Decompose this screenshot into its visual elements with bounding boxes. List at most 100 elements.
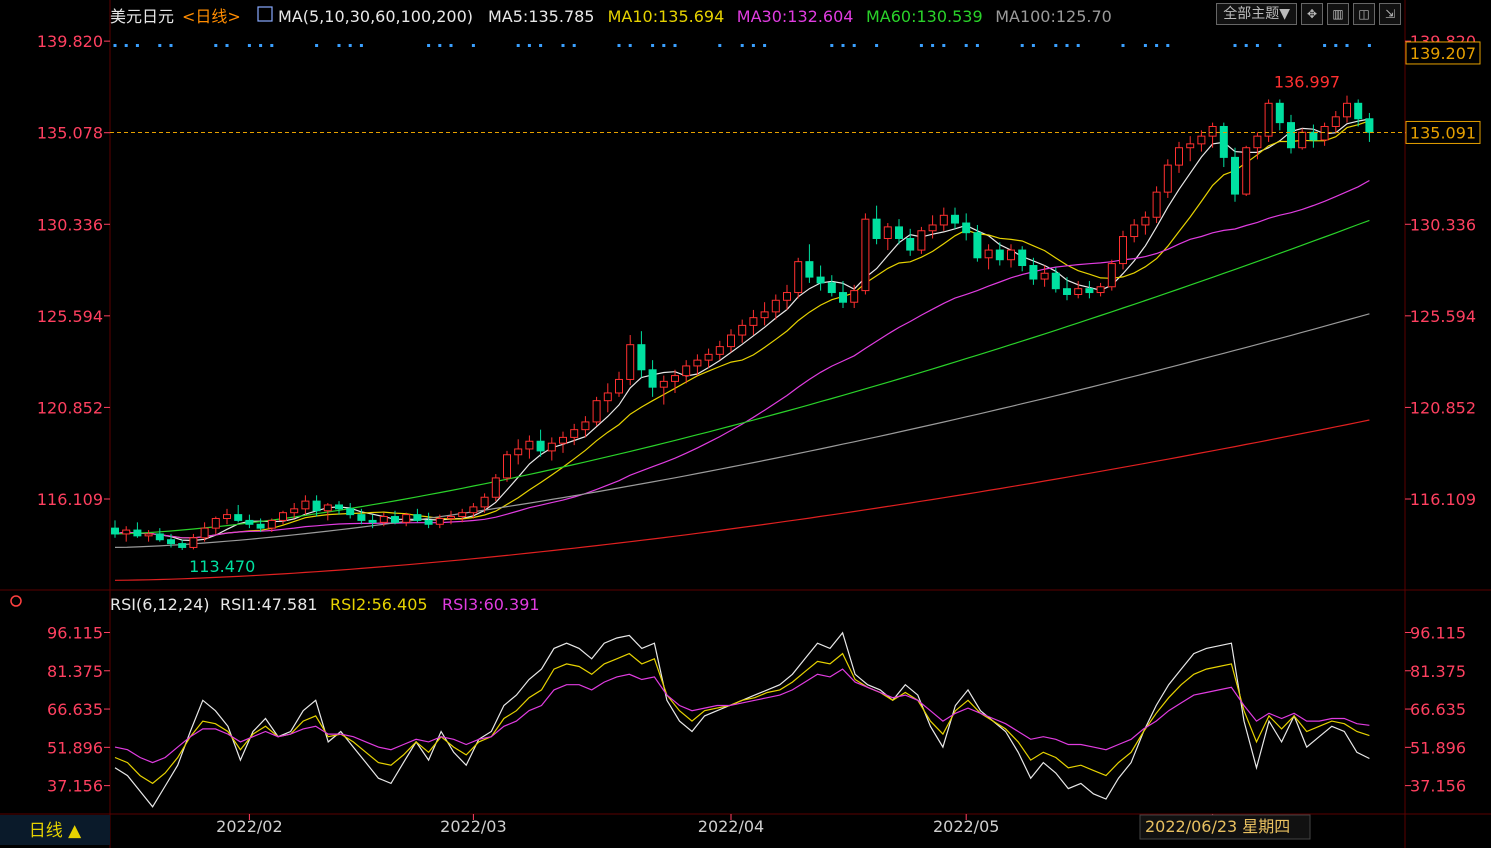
candle-body[interactable]	[648, 369, 657, 388]
window-icon[interactable]: ◫	[1353, 3, 1375, 25]
candle-body[interactable]	[626, 344, 635, 380]
candle-body[interactable]	[144, 533, 153, 537]
candle-body[interactable]	[827, 282, 836, 294]
candle-body[interactable]	[995, 249, 1004, 261]
candle-body[interactable]	[581, 421, 590, 431]
crosshair-icon[interactable]: ✥	[1301, 3, 1323, 25]
candle-body[interactable]	[413, 514, 422, 521]
candle-body[interactable]	[682, 365, 691, 377]
candle-body[interactable]	[1231, 156, 1239, 195]
candle-body[interactable]	[693, 359, 702, 367]
rsi-settings-icon[interactable]	[10, 595, 22, 607]
candle-body[interactable]	[559, 436, 567, 444]
candle-body[interactable]	[850, 290, 859, 303]
candle-body[interactable]	[1331, 116, 1340, 127]
candle-body[interactable]	[1029, 265, 1038, 280]
candle-body[interactable]	[503, 454, 511, 479]
candle-body[interactable]	[1119, 236, 1127, 265]
candle-body[interactable]	[928, 224, 937, 232]
export-icon[interactable]: ⇲	[1379, 3, 1401, 25]
candle-body[interactable]	[1007, 249, 1015, 261]
indicator-icon[interactable]	[257, 6, 273, 22]
candle-body[interactable]	[200, 527, 209, 539]
layout-icon[interactable]: ▥	[1327, 3, 1349, 25]
candle-body[interactable]	[279, 512, 287, 521]
candle-body[interactable]	[1040, 272, 1049, 280]
candle-body[interactable]	[771, 299, 780, 313]
candle-body[interactable]	[1264, 102, 1273, 137]
candle-body[interactable]	[1085, 288, 1094, 294]
candle-body[interactable]	[402, 514, 411, 523]
candle-body[interactable]	[368, 519, 377, 523]
candle-body[interactable]	[1309, 131, 1318, 141]
candle-body[interactable]	[917, 230, 926, 251]
candle-body[interactable]	[1096, 286, 1105, 294]
candle-body[interactable]	[883, 226, 892, 239]
candle-body[interactable]	[547, 442, 556, 452]
candle-body[interactable]	[391, 516, 399, 523]
candle-body[interactable]	[1354, 102, 1363, 120]
candle-body[interactable]	[1051, 272, 1060, 290]
candle-body[interactable]	[872, 218, 881, 239]
candle-body[interactable]	[1018, 249, 1027, 267]
candle-body[interactable]	[794, 261, 803, 294]
candle-body[interactable]	[760, 311, 769, 319]
candle-body[interactable]	[671, 375, 679, 382]
candle-body[interactable]	[1107, 263, 1116, 288]
candle-body[interactable]	[256, 523, 265, 529]
candle-body[interactable]	[1298, 131, 1307, 149]
candle-body[interactable]	[111, 527, 119, 535]
candle-body[interactable]	[659, 380, 668, 388]
candle-body[interactable]	[435, 517, 444, 525]
candle-body[interactable]	[211, 517, 220, 529]
candle-body[interactable]	[1343, 102, 1351, 118]
candle-body[interactable]	[167, 539, 175, 545]
candle-body[interactable]	[245, 519, 254, 525]
candle-body[interactable]	[749, 317, 758, 326]
candle-body[interactable]	[603, 392, 612, 402]
candle-body[interactable]	[536, 440, 545, 452]
candle-body[interactable]	[962, 222, 971, 234]
candle-body[interactable]	[637, 344, 646, 371]
candle-body[interactable]	[951, 214, 959, 224]
candle-body[interactable]	[1253, 135, 1262, 149]
candle-body[interactable]	[1275, 102, 1284, 124]
candle-body[interactable]	[335, 504, 343, 510]
candle-body[interactable]	[469, 506, 478, 514]
candle-body[interactable]	[1186, 143, 1195, 149]
candle-body[interactable]	[312, 500, 321, 512]
candle-body[interactable]	[480, 496, 489, 508]
candle-body[interactable]	[895, 226, 903, 239]
candle-body[interactable]	[906, 237, 915, 251]
candle-body[interactable]	[223, 514, 231, 519]
candle-body[interactable]	[447, 516, 455, 519]
candle-body[interactable]	[1365, 118, 1374, 133]
candle-body[interactable]	[1063, 288, 1071, 295]
candle-body[interactable]	[1152, 191, 1161, 218]
candle-body[interactable]	[816, 276, 825, 284]
candle-body[interactable]	[178, 543, 187, 548]
candle-body[interactable]	[122, 529, 131, 535]
candle-body[interactable]	[155, 533, 164, 541]
candle-body[interactable]	[984, 249, 993, 259]
candle-body[interactable]	[738, 324, 747, 336]
candle-body[interactable]	[379, 516, 388, 523]
candle-body[interactable]	[301, 500, 310, 510]
candle-body[interactable]	[715, 346, 724, 355]
candle-body[interactable]	[615, 378, 623, 394]
candle-body[interactable]	[424, 519, 433, 525]
candle-body[interactable]	[234, 514, 243, 521]
candle-body[interactable]	[839, 292, 847, 303]
chart-canvas[interactable]: 139.820139.820135.078135.078130.336130.3…	[0, 0, 1491, 848]
candle-body[interactable]	[1074, 288, 1083, 295]
candle-body[interactable]	[1208, 125, 1217, 137]
candle-body[interactable]	[1197, 135, 1206, 145]
candle-body[interactable]	[1242, 147, 1251, 195]
candle-body[interactable]	[1130, 224, 1139, 238]
candle-body[interactable]	[973, 232, 982, 259]
candle-body[interactable]	[592, 400, 601, 423]
candle-body[interactable]	[783, 292, 791, 301]
candle-body[interactable]	[189, 537, 198, 548]
candle-body[interactable]	[323, 504, 332, 512]
candle-body[interactable]	[805, 261, 814, 278]
